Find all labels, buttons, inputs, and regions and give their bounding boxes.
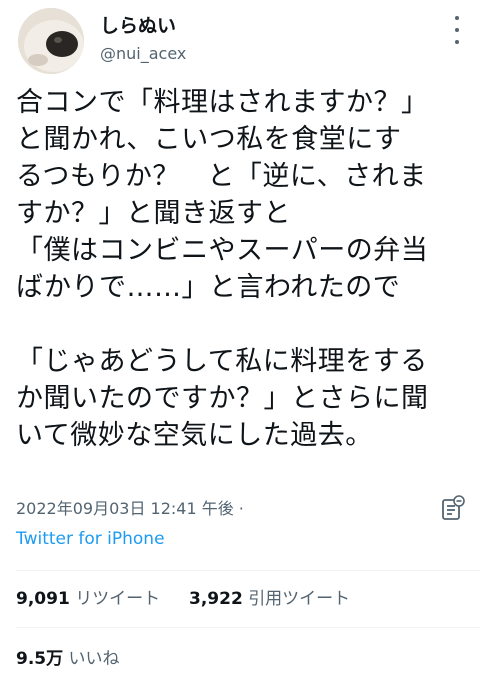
more-icon[interactable]	[446, 16, 468, 44]
user-names: しらぬい @nui_acex	[100, 14, 186, 65]
tweet-line: るつもりか？ と「逆に、されま	[16, 161, 427, 192]
retweets-label[interactable]: リツイート	[75, 589, 160, 609]
tweet-source-link[interactable]: Twitter for iPhone	[16, 528, 466, 550]
tweet-line: すか？」と聞き返すと	[16, 198, 291, 229]
tweet-line: いて微妙な空気にした過去。	[16, 420, 373, 451]
retweets-count[interactable]: 9,091	[16, 589, 70, 609]
retweet-stats: 9,091 リツイート 3,922 引用ツイート	[16, 588, 350, 610]
tweet-line: 合コンで「料理はされますか？」	[16, 87, 429, 118]
likes-label[interactable]: いいね	[69, 649, 120, 669]
divider	[16, 570, 480, 571]
tweet-text: 合コンで「料理はされますか？」 と聞かれ、こいつ私を食堂にす るつもりか？ と「…	[16, 84, 466, 454]
tweet-line: 「じゃあどうして私に料理をする	[16, 346, 428, 377]
quotes-label[interactable]: 引用ツイート	[248, 589, 350, 609]
tweet-line: ばかりで……」と言われたので	[16, 272, 401, 303]
likes-count[interactable]: 9.5万	[16, 649, 63, 669]
like-stats: 9.5万 いいね	[16, 648, 120, 670]
tweet-line: か聞いたのですか？」とさらに聞	[16, 383, 429, 414]
avatar-dog-icon	[18, 8, 84, 74]
display-name[interactable]: しらぬい	[100, 14, 186, 38]
divider	[16, 627, 480, 628]
tweet-meta: 2022年09月03日 12:41 午後 · Twitter for iPhon…	[16, 498, 466, 550]
avatar[interactable]	[18, 8, 84, 74]
tweet-line	[16, 306, 466, 343]
tweet-line: 「僕はコンビニやスーパーの弁当	[16, 235, 429, 266]
tweet-header: しらぬい @nui_acex	[18, 8, 468, 78]
tweet-line: と聞かれ、こいつ私を食堂にす	[16, 124, 402, 155]
quotes-count[interactable]: 3,922	[189, 589, 243, 609]
user-handle[interactable]: @nui_acex	[100, 43, 186, 65]
analytics-icon[interactable]	[438, 494, 468, 524]
tweet-timestamp[interactable]: 2022年09月03日 12:41 午後 ·	[16, 498, 466, 520]
